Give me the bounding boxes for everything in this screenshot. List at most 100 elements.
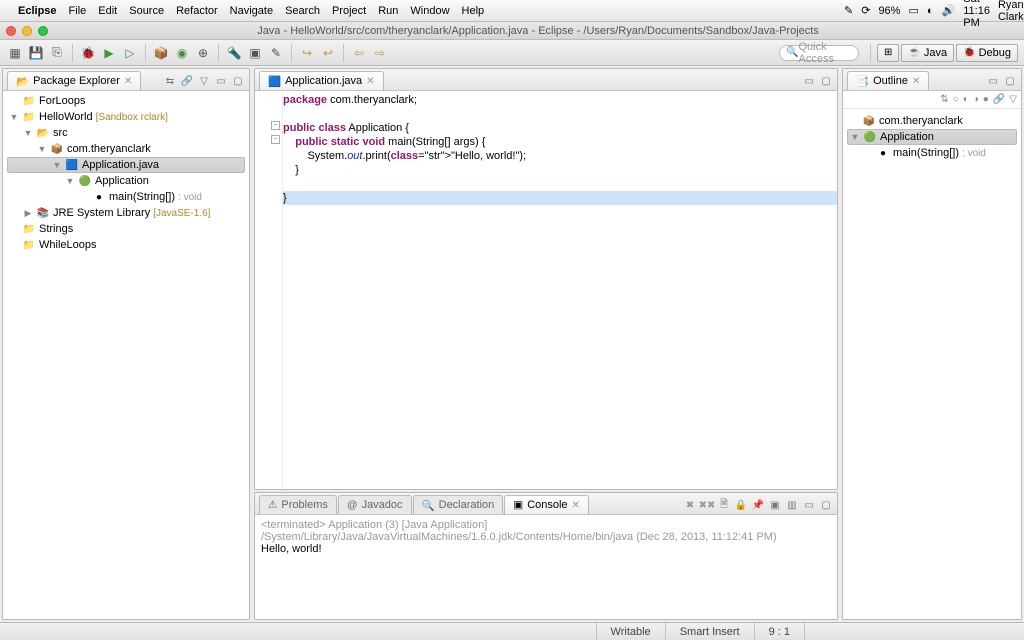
dropbox-icon[interactable]: ⟳ bbox=[861, 4, 870, 17]
user-name[interactable]: Ryan Clark bbox=[998, 0, 1024, 23]
outline-item[interactable]: 📦com.theryanclark bbox=[847, 113, 1017, 129]
zoom-window-button[interactable] bbox=[38, 26, 48, 36]
save-all-button[interactable]: ⎘ bbox=[48, 44, 66, 62]
maximize-icon[interactable]: ▢ bbox=[819, 74, 833, 88]
outline-tree[interactable]: 📦com.theryanclark▼🟢Application●main(Stri… bbox=[843, 109, 1021, 165]
view-menu-icon[interactable]: ▽ bbox=[197, 74, 211, 88]
menu-project[interactable]: Project bbox=[332, 5, 366, 17]
code-line[interactable]: System.out.print(class="str">"Hello, wor… bbox=[283, 149, 837, 163]
perspective-debug[interactable]: 🐞 Debug bbox=[956, 44, 1018, 62]
link-editor-icon[interactable]: 🔗 bbox=[180, 74, 194, 88]
tree-item[interactable]: ▼📦com.theryanclark bbox=[7, 141, 245, 157]
battery-pct[interactable]: 96% bbox=[878, 5, 900, 17]
pin-console-icon[interactable]: 📌 bbox=[751, 498, 765, 512]
focus-icon[interactable]: 🔗 bbox=[993, 94, 1005, 105]
fold-icon[interactable]: − bbox=[271, 135, 280, 144]
outline-item[interactable]: ▼🟢Application bbox=[847, 129, 1017, 145]
menu-run[interactable]: Run bbox=[378, 5, 398, 17]
remove-launch-icon[interactable]: ✖ bbox=[683, 498, 697, 512]
menu-navigate[interactable]: Navigate bbox=[230, 5, 273, 17]
close-icon[interactable]: ✕ bbox=[912, 76, 920, 87]
close-icon[interactable]: ✕ bbox=[124, 76, 132, 87]
close-icon[interactable]: ✕ bbox=[366, 76, 374, 87]
tree-item[interactable]: ▼🟦Application.java bbox=[7, 157, 245, 173]
menu-help[interactable]: Help bbox=[462, 5, 485, 17]
quick-access-input[interactable]: 🔍 Quick Access bbox=[779, 45, 859, 61]
menu-refactor[interactable]: Refactor bbox=[176, 5, 218, 17]
minimize-icon[interactable]: ▭ bbox=[802, 74, 816, 88]
annotate-button[interactable]: ✎ bbox=[267, 44, 285, 62]
new-class-button[interactable]: ◉ bbox=[173, 44, 191, 62]
tab-problems[interactable]: ⚠ Problems bbox=[259, 495, 337, 514]
run-button[interactable]: ▶ bbox=[100, 44, 118, 62]
toggle-mark-button[interactable]: ▣ bbox=[246, 44, 264, 62]
hide-nonpublic-icon[interactable]: ◑ bbox=[973, 94, 979, 105]
hide-local-icon[interactable]: ● bbox=[983, 94, 989, 105]
open-console-icon[interactable]: ▥ bbox=[785, 498, 799, 512]
tree-item[interactable]: 📁ForLoops bbox=[7, 93, 245, 109]
toggle-icon[interactable]: ▼ bbox=[65, 176, 75, 186]
collapse-all-icon[interactable]: ⇆ bbox=[163, 74, 177, 88]
display-selected-icon[interactable]: ▣ bbox=[768, 498, 782, 512]
volume-icon[interactable]: 🔊 bbox=[942, 4, 956, 17]
toggle-icon[interactable]: ▼ bbox=[23, 128, 33, 138]
minimize-icon[interactable]: ▭ bbox=[986, 74, 1000, 88]
editor-tab[interactable]: 🟦 Application.java ✕ bbox=[259, 71, 384, 90]
open-perspective-button[interactable]: ⊞ bbox=[877, 44, 899, 62]
console-output[interactable]: <terminated> Application (3) [Java Appli… bbox=[255, 515, 837, 619]
menu-window[interactable]: Window bbox=[410, 5, 449, 17]
toggle-icon[interactable]: ▼ bbox=[850, 132, 860, 142]
tree-item[interactable]: ▼📂src bbox=[7, 125, 245, 141]
code-editor[interactable]: package com.theryanclark; public class A… bbox=[283, 91, 837, 489]
new-button[interactable]: ▦ bbox=[6, 44, 24, 62]
save-button[interactable]: 💾 bbox=[27, 44, 45, 62]
package-explorer-tab[interactable]: 📂 Package Explorer ✕ bbox=[7, 71, 141, 90]
minimize-window-button[interactable] bbox=[22, 26, 32, 36]
remove-all-icon[interactable]: ✖✖ bbox=[700, 498, 714, 512]
tab-console[interactable]: ▣ Console ✕ bbox=[504, 495, 589, 514]
tree-item[interactable]: ▼📁HelloWorld [Sandbox rclark] bbox=[7, 109, 245, 125]
hide-fields-icon[interactable]: ○ bbox=[953, 94, 959, 105]
code-line[interactable] bbox=[283, 177, 837, 191]
sort-icon[interactable]: ⇅ bbox=[940, 94, 948, 105]
code-line[interactable]: public static void main(String[] args) { bbox=[283, 135, 837, 149]
minimize-icon[interactable]: ▭ bbox=[214, 74, 228, 88]
new-package-button[interactable]: 📦 bbox=[152, 44, 170, 62]
package-explorer-tree[interactable]: 📁ForLoops▼📁HelloWorld [Sandbox rclark]▼📂… bbox=[3, 91, 249, 255]
toggle-icon[interactable]: ▼ bbox=[52, 160, 62, 170]
clear-console-icon[interactable]: 🗎 bbox=[717, 498, 731, 512]
tree-item[interactable]: ▶📚JRE System Library [JavaSE-1.6] bbox=[7, 205, 245, 221]
prev-annotation-button[interactable]: ↩ bbox=[319, 44, 337, 62]
fold-icon[interactable]: − bbox=[271, 121, 280, 130]
maximize-icon[interactable]: ▢ bbox=[1003, 74, 1017, 88]
menu-edit[interactable]: Edit bbox=[98, 5, 117, 17]
maximize-icon[interactable]: ▢ bbox=[231, 74, 245, 88]
menu-source[interactable]: Source bbox=[129, 5, 164, 17]
code-line[interactable]: public class Application { bbox=[283, 121, 837, 135]
toggle-icon[interactable]: ▼ bbox=[9, 112, 19, 122]
tree-item[interactable]: 📁WhileLoops bbox=[7, 237, 245, 253]
outline-item[interactable]: ●main(String[]) : void bbox=[847, 145, 1017, 161]
evernote-icon[interactable]: ✎ bbox=[844, 4, 853, 17]
tab-javadoc[interactable]: @ Javadoc bbox=[338, 495, 412, 514]
hide-static-icon[interactable]: ◐ bbox=[963, 94, 969, 105]
scroll-lock-icon[interactable]: 🔒 bbox=[734, 498, 748, 512]
tree-item[interactable]: ▼🟢Application bbox=[7, 173, 245, 189]
view-menu-icon[interactable]: ▽ bbox=[1009, 94, 1017, 105]
toggle-icon[interactable]: ▶ bbox=[23, 208, 33, 219]
maximize-icon[interactable]: ▢ bbox=[819, 498, 833, 512]
search-button[interactable]: 🔦 bbox=[225, 44, 243, 62]
outline-tab[interactable]: 📑 Outline ✕ bbox=[847, 71, 929, 90]
minimize-icon[interactable]: ▭ bbox=[802, 498, 816, 512]
code-line[interactable] bbox=[283, 107, 837, 121]
code-line[interactable]: package com.theryanclark; bbox=[283, 93, 837, 107]
tab-declaration[interactable]: 🔍 Declaration bbox=[413, 495, 504, 514]
menu-search[interactable]: Search bbox=[285, 5, 320, 17]
next-annotation-button[interactable]: ↪ bbox=[298, 44, 316, 62]
battery-icon[interactable]: ▭ bbox=[908, 4, 918, 17]
run-last-button[interactable]: ▷ bbox=[121, 44, 139, 62]
app-name[interactable]: Eclipse bbox=[18, 5, 57, 17]
debug-button[interactable]: 🐞 bbox=[79, 44, 97, 62]
perspective-java[interactable]: ☕ Java bbox=[901, 44, 954, 62]
close-window-button[interactable] bbox=[6, 26, 16, 36]
